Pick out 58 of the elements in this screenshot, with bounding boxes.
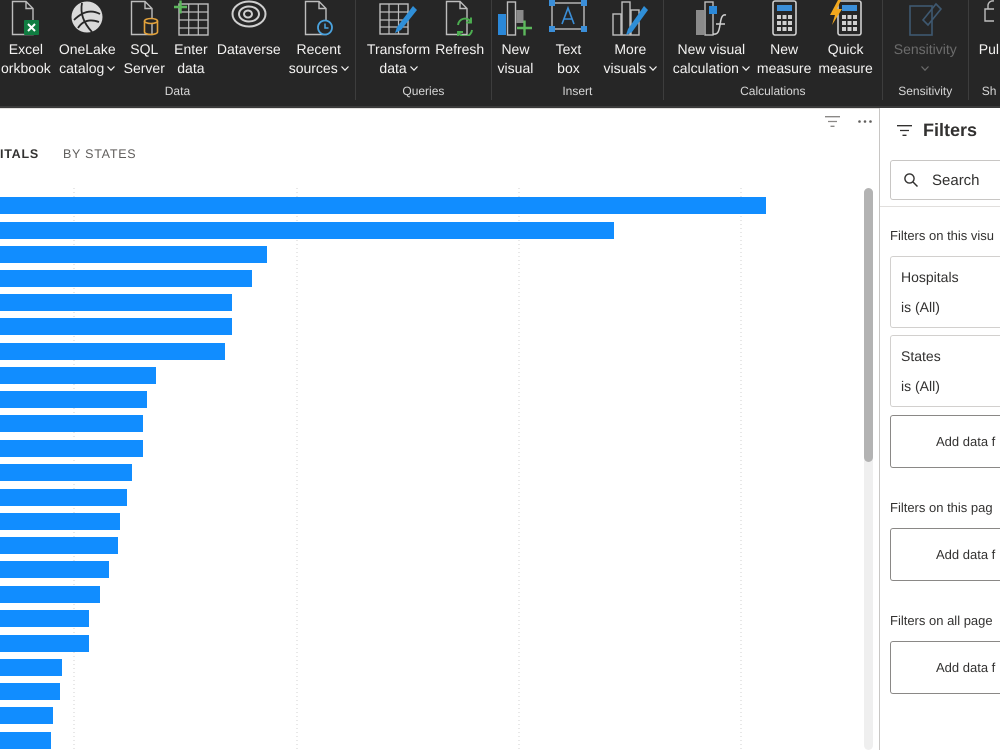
concentric-rings-icon bbox=[230, 0, 267, 28]
scrollbar[interactable] bbox=[864, 188, 873, 750]
ribbon-button[interactable]: Quick measure bbox=[817, 0, 874, 78]
ribbon-button[interactable]: Enter data bbox=[172, 0, 210, 78]
ribbon-group-label: Insert bbox=[562, 84, 592, 98]
drop-zone[interactable]: Add data f bbox=[890, 641, 1000, 694]
pane-title: Filters bbox=[923, 118, 978, 142]
calculator-icon bbox=[772, 0, 797, 36]
ribbon-button[interactable]: SQL Server bbox=[122, 0, 166, 78]
filter-card[interactable]: Hospitals is (All) bbox=[890, 256, 1000, 328]
ribbon-button[interactable]: New measure bbox=[756, 0, 812, 78]
scrollbar-thumb[interactable] bbox=[864, 188, 873, 462]
file-refresh-icon bbox=[445, 0, 474, 36]
ribbon-button[interactable]: OneLake catalog bbox=[58, 0, 117, 78]
bar-chart-pencil-icon bbox=[612, 0, 649, 36]
drop-zone[interactable]: Add data f bbox=[890, 528, 1000, 581]
table-plus-icon bbox=[172, 0, 209, 36]
ribbon-group-label: Queries bbox=[402, 84, 444, 98]
filter-icon[interactable] bbox=[897, 124, 912, 136]
ribbon-button[interactable]: Excel orkbook bbox=[0, 0, 52, 78]
ribbon-button[interactable]: Transform data bbox=[366, 0, 432, 78]
tab[interactable]: BY STATES bbox=[62, 144, 136, 164]
tab[interactable]: ITALS bbox=[0, 144, 39, 164]
section-label: Filters on all page bbox=[890, 612, 994, 630]
padlock-icon bbox=[984, 0, 994, 22]
ribbon-button[interactable]: Recent sources bbox=[288, 0, 350, 78]
square-pen-icon bbox=[908, 0, 942, 36]
bar-chart-plus-icon bbox=[497, 0, 534, 36]
ribbon-group-label: Sh bbox=[982, 84, 996, 98]
ribbon-group-label: Data bbox=[164, 84, 190, 98]
filter-condition: is (All) bbox=[901, 377, 941, 396]
drop-zone[interactable]: Add data f bbox=[890, 415, 1000, 468]
filter-field-name: Hospitals bbox=[901, 268, 960, 287]
bar-chart-function-icon bbox=[694, 0, 728, 36]
filter-card[interactable]: States is (All) bbox=[890, 335, 1000, 407]
spreadsheet-file-icon bbox=[11, 0, 40, 36]
section-label: Filters on this visu bbox=[890, 227, 996, 245]
calculator-lightning-icon bbox=[829, 0, 862, 36]
text-box-icon bbox=[549, 0, 588, 32]
more-options-icon[interactable] bbox=[858, 120, 872, 123]
chart-bar bbox=[0, 707, 53, 724]
ribbon-button[interactable]: Refresh bbox=[434, 0, 486, 59]
ribbon-button[interactable]: New visual bbox=[496, 0, 534, 78]
ribbon-button[interactable]: New visual calculation bbox=[672, 0, 751, 78]
filter-field-name: States bbox=[901, 347, 942, 366]
ribbon-group-label: Sensitivity bbox=[898, 84, 952, 98]
search-icon bbox=[904, 173, 918, 187]
ribbon-button[interactable]: Text box bbox=[548, 0, 588, 78]
chart-bar bbox=[0, 732, 51, 749]
ribbon-button[interactable]: Pul bbox=[978, 0, 1000, 59]
ribbon-button[interactable]: Dataverse bbox=[216, 0, 282, 59]
ribbon-group-label: Calculations bbox=[740, 84, 806, 98]
section-label: Filters on this pag bbox=[890, 499, 994, 517]
filter-condition: is (All) bbox=[901, 298, 941, 317]
chart-bar bbox=[0, 683, 60, 700]
search-field[interactable]: Search bbox=[890, 160, 1000, 200]
ribbon-button[interactable]: More visuals bbox=[602, 0, 658, 78]
chart-bar bbox=[0, 659, 62, 676]
